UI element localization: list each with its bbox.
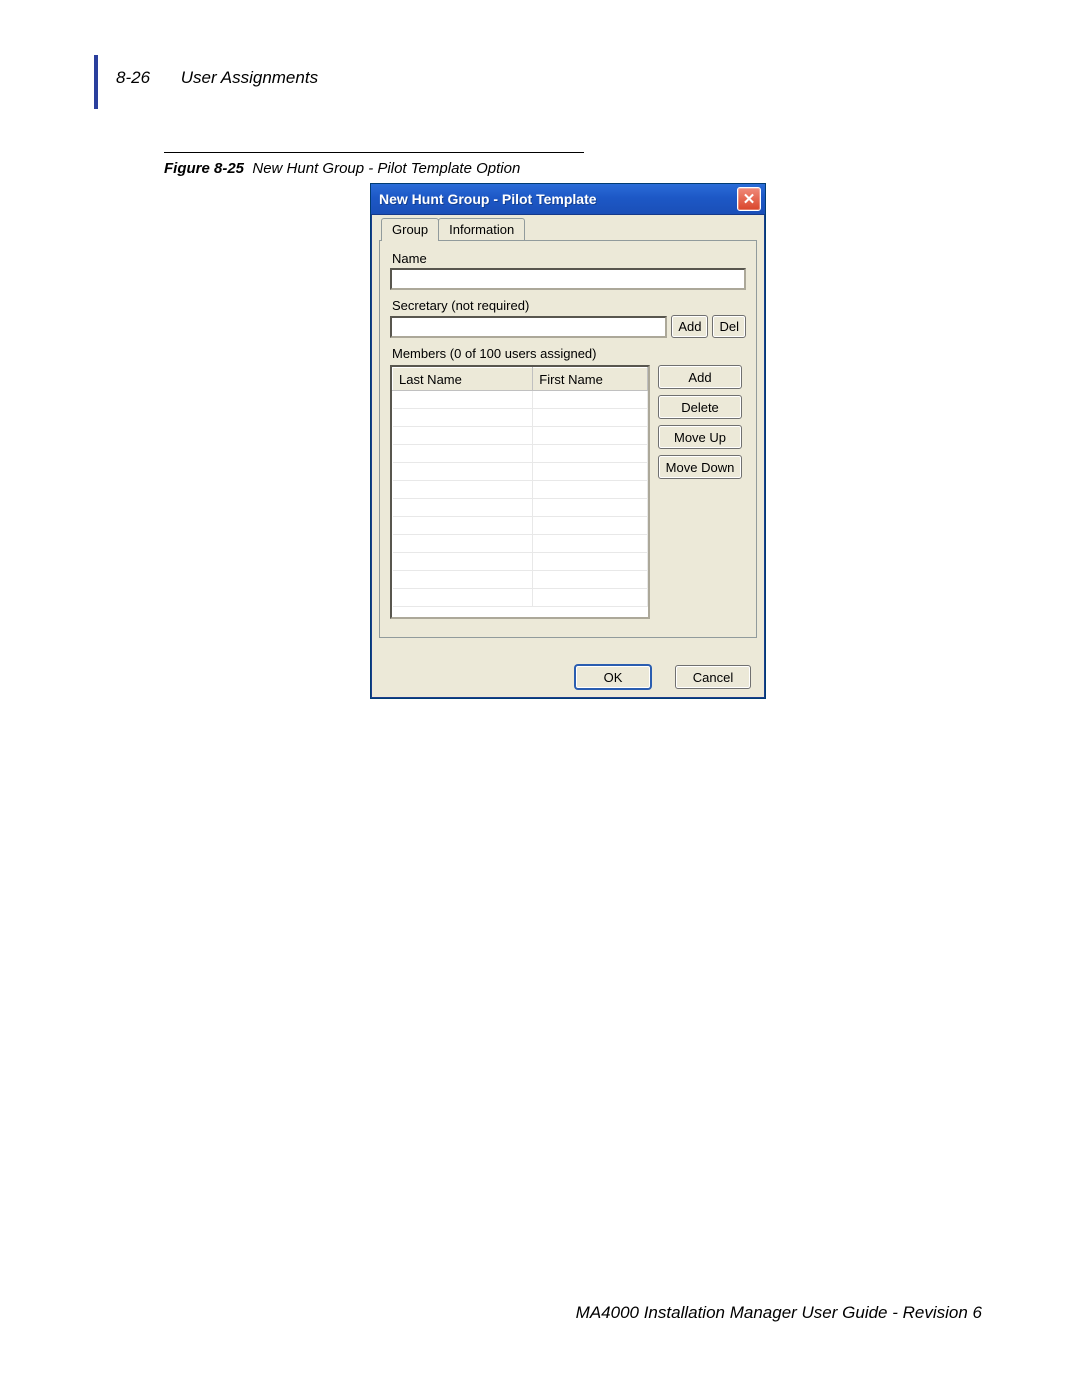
table-row[interactable] xyxy=(393,481,648,499)
table-row[interactable] xyxy=(393,445,648,463)
running-header: 8-26 User Assignments xyxy=(116,68,318,88)
hunt-group-dialog: New Hunt Group - Pilot Template ✕ Group … xyxy=(370,183,766,699)
member-move-down-button[interactable]: Move Down xyxy=(658,455,742,479)
cancel-button[interactable]: Cancel xyxy=(675,665,751,689)
name-input[interactable] xyxy=(390,268,746,290)
tab-group[interactable]: Group xyxy=(381,218,439,241)
member-move-up-button[interactable]: Move Up xyxy=(658,425,742,449)
figure-label: Figure 8-25 xyxy=(164,160,244,177)
table-row[interactable] xyxy=(393,571,648,589)
member-add-button[interactable]: Add xyxy=(658,365,742,389)
secretary-add-button[interactable]: Add xyxy=(671,315,708,338)
table-row[interactable] xyxy=(393,535,648,553)
titlebar[interactable]: New Hunt Group - Pilot Template ✕ xyxy=(371,184,765,215)
ok-button[interactable]: OK xyxy=(575,665,651,689)
member-side-buttons: Add Delete Move Up Move Down xyxy=(658,365,742,619)
members-grid[interactable]: Last Name First Name xyxy=(390,365,650,619)
tab-panel-group: Name Secretary (not required) Add Del Me… xyxy=(379,240,757,638)
table-row[interactable] xyxy=(393,517,648,535)
table-row[interactable] xyxy=(393,589,648,607)
col-last-name[interactable]: Last Name xyxy=(393,368,533,391)
window-title: New Hunt Group - Pilot Template xyxy=(379,191,597,207)
table-row[interactable] xyxy=(393,499,648,517)
member-delete-button[interactable]: Delete xyxy=(658,395,742,419)
section-title: User Assignments xyxy=(181,68,318,87)
figure-text: New Hunt Group - Pilot Template Option xyxy=(252,160,520,177)
dialog-body: Group Information Name Secretary (not re… xyxy=(371,215,765,699)
table-row[interactable] xyxy=(393,409,648,427)
document-page: 8-26 User Assignments Figure 8-25 New Hu… xyxy=(0,0,1080,1397)
tab-information[interactable]: Information xyxy=(438,218,525,240)
caption-rule xyxy=(164,152,584,153)
figure-caption: Figure 8-25 New Hunt Group - Pilot Templ… xyxy=(164,160,520,177)
header-vertical-rule xyxy=(94,55,98,109)
tabstrip: Group Information xyxy=(381,217,757,240)
name-label: Name xyxy=(392,251,746,266)
page-number: 8-26 xyxy=(116,68,150,87)
close-icon: ✕ xyxy=(743,190,756,208)
dialog-footer-buttons: OK Cancel xyxy=(575,665,751,689)
table-row[interactable] xyxy=(393,553,648,571)
table-row[interactable] xyxy=(393,463,648,481)
table-row[interactable] xyxy=(393,391,648,409)
secretary-label: Secretary (not required) xyxy=(392,298,746,313)
members-label: Members (0 of 100 users assigned) xyxy=(392,346,746,361)
page-footer: MA4000 Installation Manager User Guide -… xyxy=(576,1303,982,1323)
col-first-name[interactable]: First Name xyxy=(533,368,648,391)
close-button[interactable]: ✕ xyxy=(737,187,761,211)
secretary-input[interactable] xyxy=(390,316,667,338)
secretary-del-button[interactable]: Del xyxy=(712,315,746,338)
table-row[interactable] xyxy=(393,427,648,445)
